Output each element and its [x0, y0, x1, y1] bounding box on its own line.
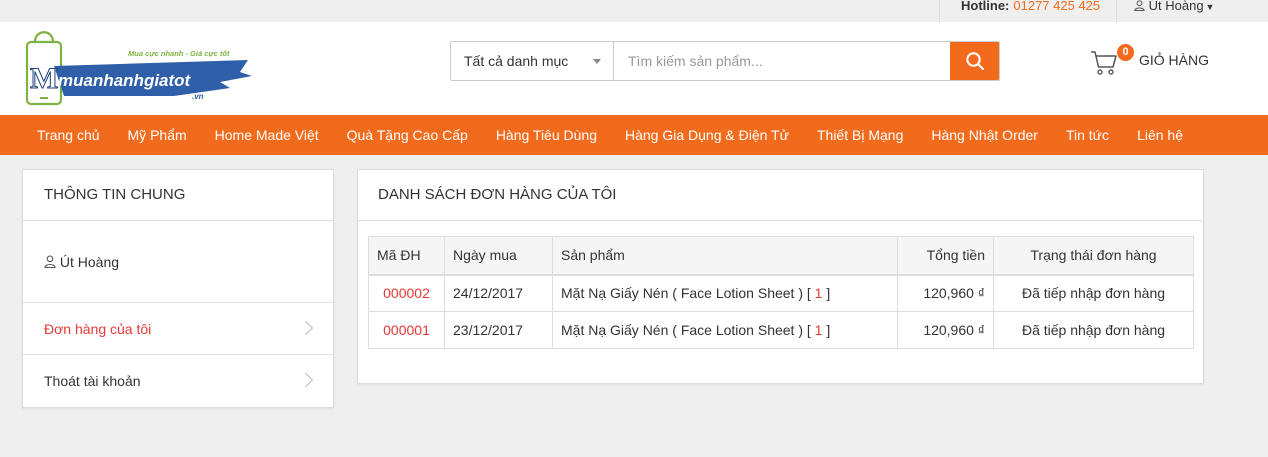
order-total: 120,960 ₫ — [897, 274, 994, 312]
hotline: Hotline: 01277 425 425 — [939, 0, 1117, 22]
table-row: 000001 23/12/2017 Mặt Nạ Giấy Nén ( Face… — [368, 311, 1194, 349]
product-name: Mặt Nạ Giấy Nén ( Face Lotion Sheet ) — [561, 285, 803, 302]
hotline-label: Hotline: — [961, 0, 1010, 13]
cart-label: GIỎ HÀNG — [1139, 52, 1210, 68]
user-menu[interactable]: Út Hoàng ▼ — [1134, 0, 1214, 13]
nav-item-consumer-goods[interactable]: Hàng Tiêu Dùng — [482, 115, 611, 155]
search-input[interactable] — [614, 42, 950, 80]
main-nav: Trang chủ Mỹ Phẩm Home Made Việt Quà Tặn… — [0, 115, 1268, 155]
caret-down-icon: ▼ — [1205, 2, 1215, 12]
table-header-row: Mã ĐH Ngày mua Sản phẩm Tổng tiền Trạng … — [368, 236, 1194, 276]
nav-item-home[interactable]: Trang chủ — [23, 115, 114, 155]
logo-domain: .vn — [192, 92, 204, 101]
chevron-right-icon — [298, 372, 314, 388]
orders-table: Mã ĐH Ngày mua Sản phẩm Tổng tiền Trạng … — [368, 236, 1194, 349]
nav-item-news[interactable]: Tin tức — [1052, 115, 1123, 155]
chevron-right-icon — [298, 320, 314, 336]
hotline-number[interactable]: 01277 425 425 — [1013, 0, 1100, 13]
nav-item-cosmetics[interactable]: Mỹ Phẩm — [114, 115, 201, 155]
order-id-link[interactable]: 000002 — [368, 274, 445, 312]
search-button[interactable] — [950, 42, 999, 80]
category-select[interactable]: Tất cả danh mục — [451, 42, 614, 80]
user-name: Út Hoàng — [1148, 0, 1204, 13]
table-row: 000002 24/12/2017 Mặt Nạ Giấy Nén ( Face… — [368, 274, 1194, 312]
orders-panel: DANH SÁCH ĐƠN HÀNG CỦA TÔI Mã ĐH Ngày mu… — [357, 169, 1204, 384]
account-sidebar: THÔNG TIN CHUNG Út Hoàng Đơn hàng của tô… — [22, 169, 334, 408]
sidebar-item-label: Đơn hàng của tôi — [44, 321, 152, 337]
col-order-id: Mã ĐH — [368, 236, 445, 276]
cart-button[interactable]: 0 GIỎ HÀNG — [1090, 44, 1220, 75]
nav-item-appliances-electronics[interactable]: Hàng Gia Dụng & Điện Tử — [611, 115, 803, 155]
nav-item-japan-order[interactable]: Hàng Nhật Order — [917, 115, 1052, 155]
sidebar-user-name: Út Hoàng — [59, 254, 120, 270]
order-date: 24/12/2017 — [444, 274, 553, 312]
chevron-down-icon — [593, 59, 601, 64]
category-select-value: Tất cả danh mục — [464, 53, 569, 69]
product-qty: 1 — [814, 285, 823, 302]
site-logo[interactable]: Mua cực nhanh - Giá cực tốt M muanhanhgi… — [24, 26, 254, 108]
nav-item-network-devices[interactable]: Thiết Bị Mạng — [803, 115, 917, 155]
cart-icon — [1091, 51, 1117, 75]
col-total: Tổng tiền — [897, 236, 994, 276]
search-icon — [965, 52, 984, 70]
order-product: Mặt Nạ Giấy Nén ( Face Lotion Sheet ) [ … — [552, 274, 898, 312]
order-total: 120,960 ₫ — [897, 311, 994, 349]
nav-item-contact[interactable]: Liên hệ — [1123, 115, 1197, 155]
top-bar: Hotline: 01277 425 425 Út Hoàng ▼ — [0, 0, 1268, 22]
col-product: Sản phẩm — [552, 236, 898, 276]
search-bar: Tất cả danh mục — [450, 41, 1000, 81]
order-product: Mặt Nạ Giấy Nén ( Face Lotion Sheet ) [ … — [552, 311, 898, 349]
order-status: Đã tiếp nhập đơn hàng — [993, 311, 1194, 349]
sidebar-user: Út Hoàng — [23, 221, 333, 303]
orders-title: DANH SÁCH ĐƠN HÀNG CỦA TÔI — [358, 170, 1203, 221]
cart-count-badge: 0 — [1117, 44, 1134, 61]
sidebar-item-label: Thoát tài khoản — [44, 373, 141, 389]
order-id-link[interactable]: 000001 — [368, 311, 445, 349]
nav-item-premium-gifts[interactable]: Quà Tặng Cao Cấp — [333, 115, 482, 155]
col-status: Trạng thái đơn hàng — [993, 236, 1194, 276]
user-icon — [44, 255, 56, 269]
col-date: Ngày mua — [444, 236, 553, 276]
product-name: Mặt Nạ Giấy Nén ( Face Lotion Sheet ) — [561, 322, 803, 338]
product-qty: 1 — [814, 322, 823, 338]
sidebar-item-logout[interactable]: Thoát tài khoản — [23, 355, 333, 407]
sidebar-item-my-orders[interactable]: Đơn hàng của tôi — [23, 303, 333, 355]
user-icon — [1134, 0, 1145, 12]
logo-text: muanhanhgiatot — [58, 71, 192, 90]
header: Mua cực nhanh - Giá cực tốt M muanhanhgi… — [0, 22, 1268, 115]
sidebar-title: THÔNG TIN CHUNG — [23, 170, 333, 221]
order-status: Đã tiếp nhập đơn hàng — [993, 274, 1194, 312]
svg-text:M: M — [30, 62, 58, 95]
logo-tagline: Mua cực nhanh - Giá cực tốt — [128, 49, 230, 58]
nav-item-home-made-viet[interactable]: Home Made Việt — [201, 115, 333, 155]
order-date: 23/12/2017 — [444, 311, 553, 349]
